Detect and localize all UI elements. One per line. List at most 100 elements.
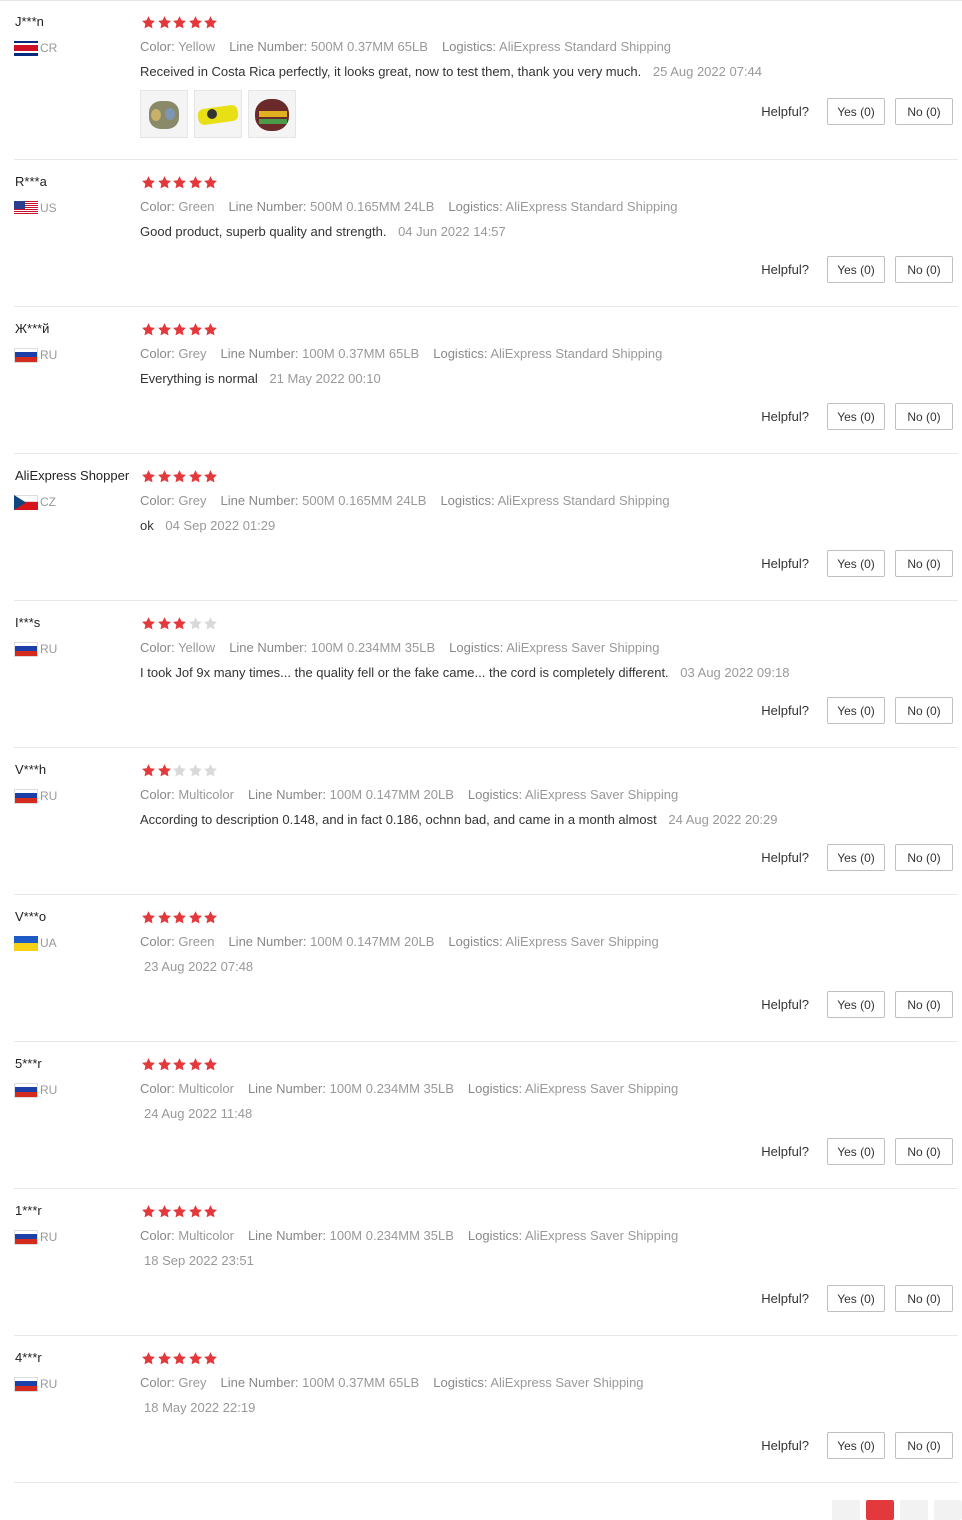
attr-logistics-value: AliExpress Standard Shipping — [505, 199, 678, 214]
country-code: RU — [40, 1230, 58, 1244]
reviewer-name: R***a — [15, 174, 47, 189]
review-date: 18 May 2022 22:19 — [144, 1400, 256, 1415]
star-filled-icon — [141, 175, 157, 190]
page-button-active[interactable] — [866, 1500, 894, 1520]
sku-attributes: Color: Grey Line Number: 100M 0.37MM 65L… — [140, 1375, 658, 1390]
attr-color-label: Color: — [140, 1228, 175, 1243]
star-empty-icon — [188, 763, 204, 778]
helpful-yes-button[interactable]: Yes (0) — [827, 1285, 885, 1312]
helpful-yes-button[interactable]: Yes (0) — [827, 403, 885, 430]
attr-color-value: Green — [178, 934, 215, 949]
helpful-no-button[interactable]: No (0) — [895, 1285, 953, 1312]
attr-logistics: Logistics: AliExpress Saver Shipping — [449, 640, 659, 655]
attr-logistics-value: AliExpress Saver Shipping — [490, 1375, 644, 1390]
helpful-yes-button[interactable]: Yes (0) — [827, 991, 885, 1018]
review-content: ok 04 Sep 2022 01:29 — [140, 518, 275, 533]
helpful-no-button[interactable]: No (0) — [895, 1138, 953, 1165]
country-flag-icon — [14, 494, 38, 510]
star-filled-icon — [141, 1204, 157, 1219]
review-photo-thumbnail[interactable] — [248, 90, 296, 138]
sku-attributes: Color: Green Line Number: 500M 0.165MM 2… — [140, 199, 692, 214]
helpful-no-button[interactable]: No (0) — [895, 844, 953, 871]
attr-line-number: Line Number: 100M 0.234MM 35LB — [248, 1081, 454, 1096]
attr-line-number-label: Line Number: — [247, 1228, 326, 1243]
star-filled-icon — [172, 616, 188, 631]
review-date: 23 Aug 2022 07:48 — [144, 959, 254, 974]
star-filled-icon — [157, 910, 173, 925]
helpful-no-button[interactable]: No (0) — [895, 98, 953, 125]
country-flag-icon — [14, 40, 38, 56]
review-photo-thumbnail[interactable] — [194, 90, 242, 138]
helpful-section: Helpful? Yes (0) No (0) — [761, 1432, 953, 1459]
helpful-yes-button[interactable]: Yes (0) — [827, 98, 885, 125]
star-filled-icon — [172, 910, 188, 925]
attr-line-number: Line Number: 100M 0.37MM 65LB — [220, 346, 419, 361]
helpful-label: Helpful? — [761, 556, 809, 571]
review-photo-thumbnail[interactable] — [140, 90, 188, 138]
helpful-no-button[interactable]: No (0) — [895, 550, 953, 577]
helpful-yes-button[interactable]: Yes (0) — [827, 256, 885, 283]
helpful-no-button[interactable]: No (0) — [895, 991, 953, 1018]
attr-color: Color: Grey — [140, 493, 206, 508]
helpful-no-button[interactable]: No (0) — [895, 256, 953, 283]
attr-line-number-label: Line Number: — [228, 934, 307, 949]
sku-attributes: Color: Multicolor Line Number: 100M 0.23… — [140, 1228, 692, 1243]
helpful-yes-button[interactable]: Yes (0) — [827, 550, 885, 577]
attr-logistics-value: AliExpress Saver Shipping — [505, 934, 659, 949]
star-filled-icon — [188, 1351, 204, 1366]
star-filled-icon — [141, 1351, 157, 1366]
page-button[interactable] — [934, 1500, 962, 1520]
attr-logistics: Logistics: AliExpress Saver Shipping — [468, 1228, 678, 1243]
star-filled-icon — [203, 322, 219, 337]
star-filled-icon — [188, 1204, 204, 1219]
helpful-yes-button[interactable]: Yes (0) — [827, 697, 885, 724]
review-date: 24 Aug 2022 20:29 — [668, 812, 778, 827]
star-filled-icon — [203, 15, 219, 30]
helpful-yes-button[interactable]: Yes (0) — [827, 844, 885, 871]
helpful-section: Helpful? Yes (0) No (0) — [761, 697, 953, 724]
attr-logistics-label: Logistics: — [441, 39, 497, 54]
attr-color-label: Color: — [140, 934, 175, 949]
review-date: 18 Sep 2022 23:51 — [144, 1253, 254, 1268]
reviewer-name: AliExpress Shopper — [15, 468, 130, 483]
reviewer-country: RU — [14, 1376, 57, 1392]
helpful-section: Helpful? Yes (0) No (0) — [761, 256, 953, 283]
star-filled-icon — [203, 469, 219, 484]
star-filled-icon — [188, 175, 204, 190]
page-button[interactable] — [900, 1500, 928, 1520]
page-button[interactable] — [832, 1500, 860, 1520]
attr-color: Color: Multicolor — [140, 1228, 234, 1243]
review-content: Everything is normal 21 May 2022 00:10 — [140, 371, 381, 386]
attr-line-number-label: Line Number: — [220, 493, 299, 508]
helpful-label: Helpful? — [761, 262, 809, 277]
star-filled-icon — [172, 1351, 188, 1366]
reviewer-name: I***s — [15, 615, 41, 630]
attr-logistics-value: AliExpress Standard Shipping — [499, 39, 672, 54]
attr-color-label: Color: — [140, 346, 175, 361]
review-date: 04 Sep 2022 01:29 — [165, 518, 276, 533]
sku-attributes: Color: Green Line Number: 100M 0.147MM 2… — [140, 934, 673, 949]
attr-line-number: Line Number: 500M 0.165MM 24LB — [228, 199, 434, 214]
review-item: V***o UA Color: Green Line Number: 100M … — [14, 895, 958, 1042]
attr-logistics-value: AliExpress Saver Shipping — [525, 1228, 679, 1243]
attr-line-number-value: 100M 0.147MM 20LB — [329, 787, 454, 802]
star-filled-icon — [188, 910, 204, 925]
reviewer-name: 4***r — [15, 1350, 42, 1365]
attr-logistics-label: Logistics: — [449, 640, 504, 655]
helpful-section: Helpful? Yes (0) No (0) — [761, 98, 953, 125]
helpful-yes-button[interactable]: Yes (0) — [827, 1432, 885, 1459]
review-item: 5***r RU Color: Multicolor Line Number: … — [14, 1042, 958, 1189]
helpful-yes-button[interactable]: Yes (0) — [827, 1138, 885, 1165]
star-filled-icon — [157, 322, 173, 337]
reviewer-country: RU — [14, 1082, 57, 1098]
attr-color: Color: Multicolor — [140, 787, 234, 802]
review-content: According to description 0.148, and in f… — [140, 812, 778, 827]
review-content: Received in Costa Rica perfectly, it loo… — [140, 64, 762, 79]
star-filled-icon — [141, 910, 157, 925]
reviewer-country: RU — [14, 347, 57, 363]
attr-color: Color: Grey — [140, 346, 206, 361]
review-item: R***a US Color: Green Line Number: 500M … — [14, 160, 958, 307]
helpful-no-button[interactable]: No (0) — [895, 403, 953, 430]
helpful-no-button[interactable]: No (0) — [895, 697, 953, 724]
helpful-no-button[interactable]: No (0) — [895, 1432, 953, 1459]
